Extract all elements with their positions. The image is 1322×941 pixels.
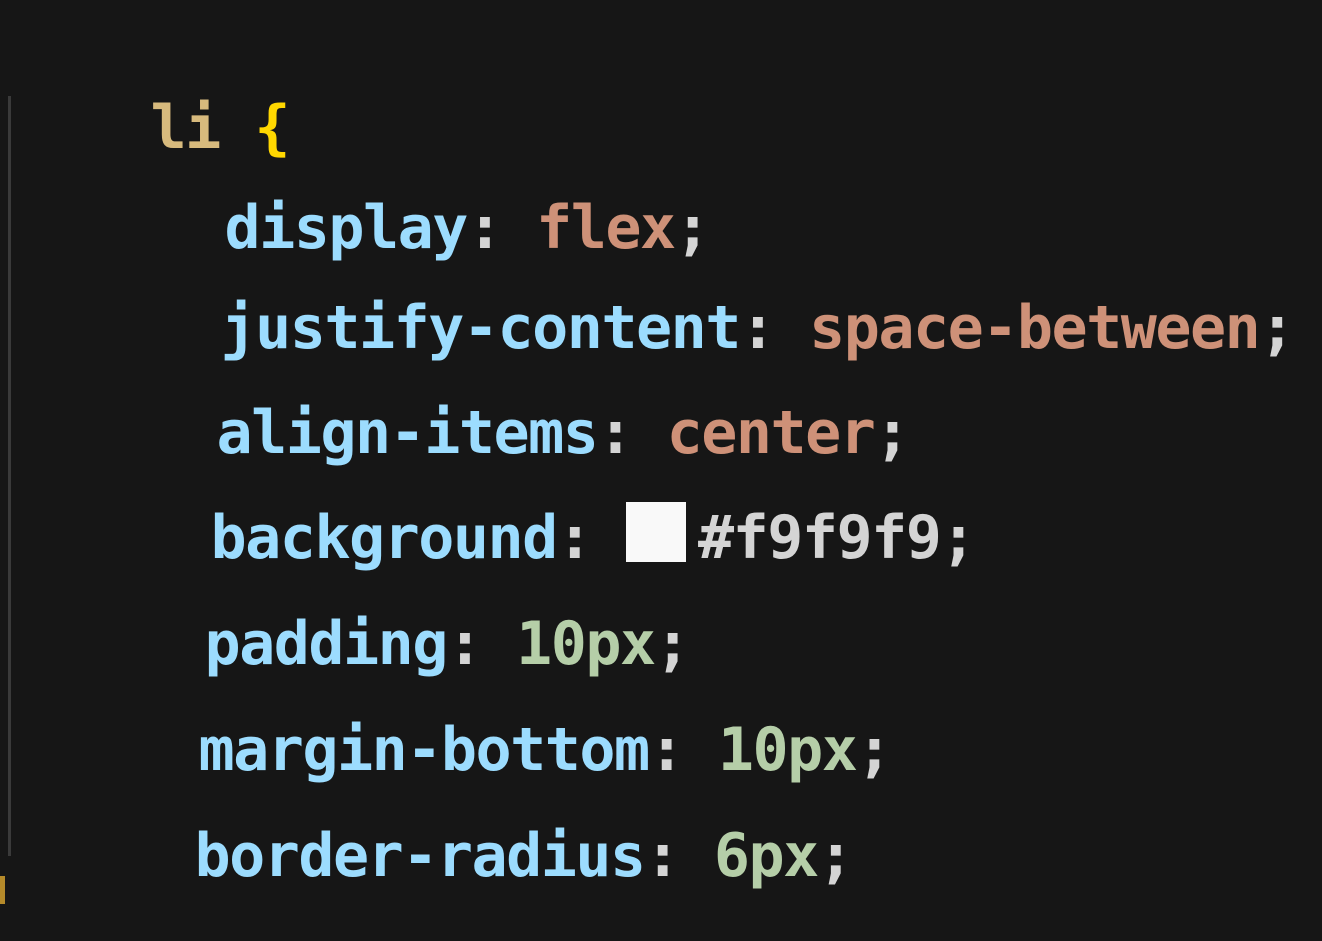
code-line-align-items: align-items: center; bbox=[216, 398, 911, 468]
css-value: #f9f9f9 bbox=[697, 503, 942, 573]
indent-guide bbox=[8, 96, 11, 856]
code-line-justify-content: justify-content: space-between; bbox=[220, 293, 1296, 363]
code-line-margin-bottom: margin-bottom: 10px; bbox=[198, 715, 893, 785]
fold-marker bbox=[0, 876, 5, 904]
code-line-border-radius: border-radius: 6px; bbox=[194, 821, 854, 891]
css-property: border-radius bbox=[194, 821, 647, 891]
css-value: 6px bbox=[713, 821, 819, 891]
code-line-background: background: #f9f9f9; bbox=[210, 502, 976, 573]
code-editor[interactable]: li { display: flex; justify-content: spa… bbox=[0, 0, 1322, 941]
code-line-display: display: flex; bbox=[224, 193, 711, 263]
code-line-padding: padding: 10px; bbox=[204, 609, 691, 679]
code-line-selector: li { bbox=[12, 8, 291, 163]
